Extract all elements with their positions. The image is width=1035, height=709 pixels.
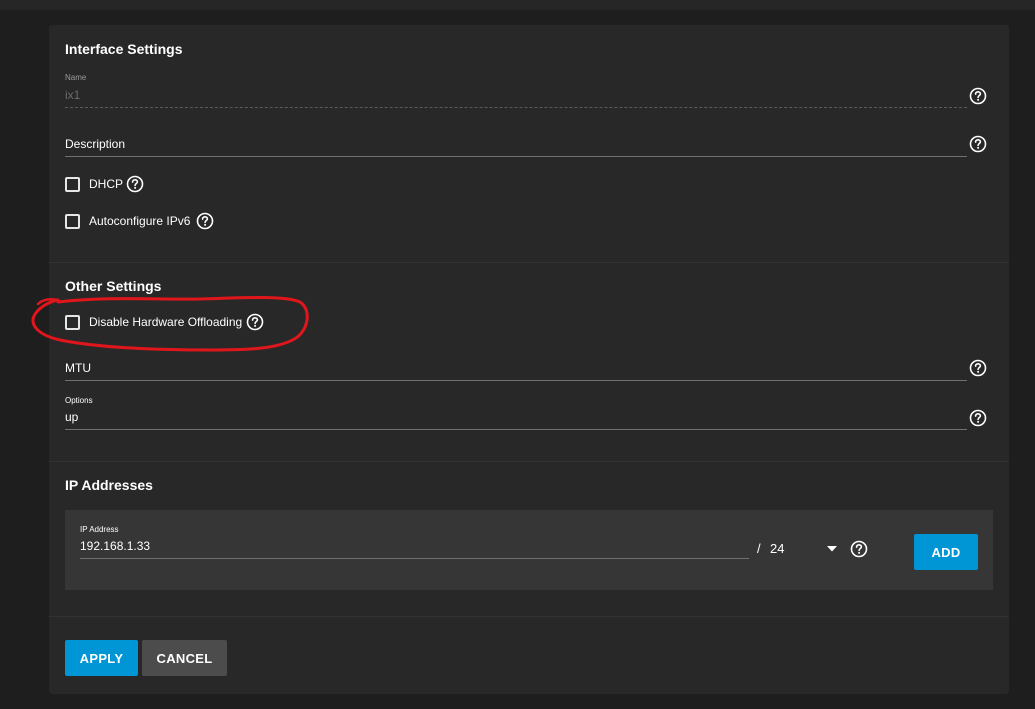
options-field-label: Options — [65, 396, 93, 405]
description-help-icon[interactable] — [969, 135, 987, 153]
description-field-underline — [65, 156, 967, 157]
autoconfigure-ipv6-checkbox[interactable] — [65, 214, 80, 229]
ip-address-field-value[interactable]: 192.168.1.33 — [80, 539, 150, 553]
ip-address-help-icon[interactable] — [850, 540, 868, 558]
ip-address-panel: IP Address 192.168.1.33 / 24 ADD — [65, 510, 993, 590]
mtu-field-underline — [65, 380, 967, 381]
interface-form-card: Interface Settings Name ix1 Description … — [49, 25, 1009, 694]
dhcp-help-icon[interactable] — [126, 175, 144, 193]
interface-settings-title: Interface Settings — [65, 41, 183, 57]
dhcp-label: DHCP — [89, 177, 124, 191]
add-ip-button[interactable]: ADD — [914, 534, 978, 570]
netmask-slash: / — [757, 541, 761, 556]
mtu-help-icon[interactable] — [969, 359, 987, 377]
netmask-select-value[interactable]: 24 — [770, 541, 784, 556]
cancel-button[interactable]: CANCEL — [142, 640, 227, 676]
ip-address-field-label: IP Address — [80, 525, 119, 534]
name-field-underline — [65, 107, 967, 108]
name-field-label: Name — [65, 73, 87, 82]
caret-down-icon[interactable] — [827, 546, 837, 552]
disable-hardware-offloading-help-icon[interactable] — [246, 313, 264, 331]
options-field-underline — [65, 429, 967, 430]
section-divider — [49, 461, 1009, 462]
options-help-icon[interactable] — [969, 409, 987, 427]
ip-addresses-title: IP Addresses — [65, 477, 153, 493]
other-settings-title: Other Settings — [65, 278, 162, 294]
name-field-value: ix1 — [65, 88, 81, 102]
section-divider — [49, 616, 1009, 617]
dhcp-checkbox[interactable] — [65, 177, 80, 192]
options-field-value[interactable]: up — [65, 410, 78, 424]
disable-hardware-offloading-checkbox[interactable] — [65, 315, 80, 330]
disable-hardware-offloading-label: Disable Hardware Offloading — [89, 315, 243, 329]
apply-button[interactable]: APPLY — [65, 640, 138, 676]
name-help-icon[interactable] — [969, 87, 987, 105]
section-divider — [49, 262, 1009, 263]
mtu-field-label[interactable]: MTU — [65, 361, 91, 375]
autoconfigure-ipv6-label: Autoconfigure IPv6 — [89, 214, 191, 228]
ip-address-field-underline — [80, 558, 749, 559]
description-field-label[interactable]: Description — [65, 137, 125, 151]
top-bar — [0, 0, 1035, 10]
autoconfigure-ipv6-help-icon[interactable] — [196, 212, 214, 230]
